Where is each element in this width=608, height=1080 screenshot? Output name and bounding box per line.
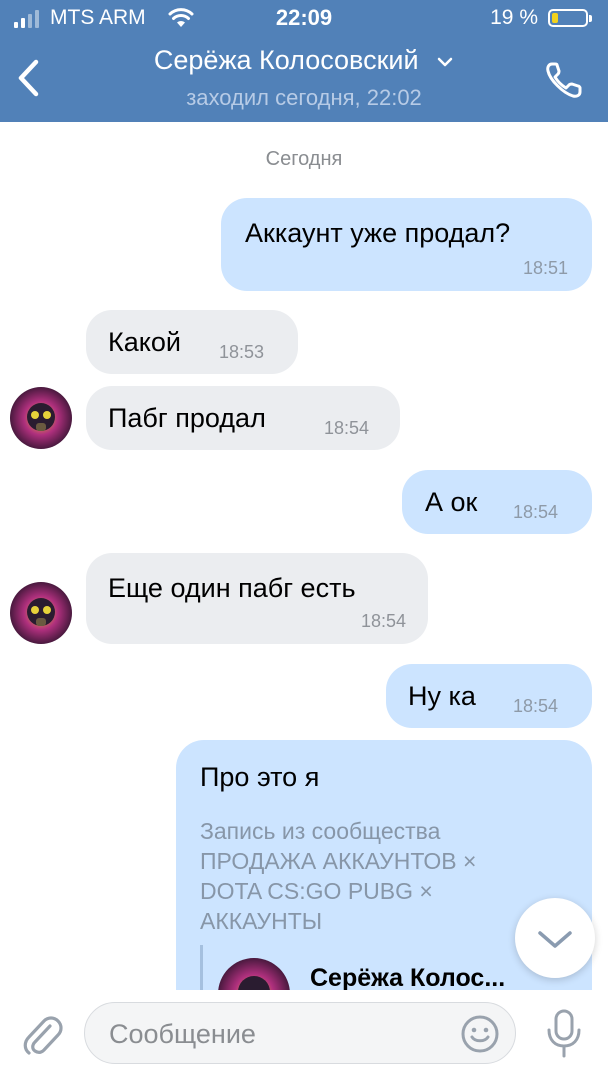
contact-avatar[interactable] bbox=[10, 387, 72, 449]
smile-icon[interactable] bbox=[459, 1013, 501, 1055]
top-bar: MTS ARM 22:09 19 % Серёжа Колосовский за… bbox=[0, 0, 608, 122]
message-time: 18:51 bbox=[522, 258, 568, 278]
message-time: 18:54 bbox=[324, 418, 370, 438]
message-input-bar bbox=[0, 990, 608, 1080]
avatar-image bbox=[10, 582, 72, 644]
contact-avatar[interactable] bbox=[10, 582, 72, 644]
message-input[interactable] bbox=[107, 1003, 451, 1065]
chat-title[interactable]: Серёжа Колосовский bbox=[0, 45, 608, 76]
repost-community-label[interactable]: Запись из сообщества ПРОДАЖА АККАУНТОВ ×… bbox=[200, 816, 540, 936]
message-incoming[interactable]: Какой 18:53 bbox=[86, 310, 298, 374]
message-text: Пабг продал bbox=[108, 403, 266, 433]
date-divider: Сегодня bbox=[265, 148, 343, 170]
contact-name: Серёжа Колосовский bbox=[153, 45, 419, 75]
message-text: Аккаунт уже продал? bbox=[245, 218, 511, 248]
message-outgoing[interactable]: А ок 18:54 bbox=[402, 470, 592, 534]
message-incoming[interactable]: Еще один пабг есть 18:54 bbox=[86, 553, 428, 644]
repost-author-name[interactable]: Серёжа Колос... bbox=[310, 964, 505, 993]
message-time: 18:54 bbox=[513, 696, 559, 716]
chevron-down-icon bbox=[538, 931, 572, 948]
message-time: 18:53 bbox=[219, 342, 265, 362]
message-field[interactable] bbox=[84, 1002, 516, 1065]
message-text: Ну ка bbox=[408, 681, 476, 711]
message-time: 18:54 bbox=[360, 611, 406, 631]
message-incoming[interactable]: Пабг продал 18:54 bbox=[86, 386, 400, 450]
message-text: Какой bbox=[108, 327, 181, 357]
status-bar: MTS ARM 22:09 19 % bbox=[0, 0, 608, 38]
paperclip-icon[interactable] bbox=[20, 1012, 64, 1058]
avatar-image bbox=[10, 387, 72, 449]
message-time: 18:54 bbox=[513, 502, 559, 522]
message-text: Про это я bbox=[200, 762, 320, 792]
scroll-down-button[interactable] bbox=[515, 898, 595, 978]
message-text: А ок bbox=[425, 487, 478, 517]
last-seen: заходил сегодня, 22:02 bbox=[186, 85, 422, 110]
message-outgoing[interactable]: Ну ка 18:54 bbox=[386, 664, 592, 728]
microphone-icon[interactable] bbox=[544, 1008, 584, 1060]
phone-icon[interactable] bbox=[542, 58, 586, 102]
chevron-down-icon bbox=[437, 57, 453, 67]
message-text: Еще один пабг есть bbox=[108, 573, 356, 603]
battery-percent: 19 % bbox=[490, 6, 538, 29]
message-outgoing[interactable]: Аккаунт уже продал? 18:51 bbox=[221, 198, 592, 291]
battery-icon bbox=[548, 9, 592, 27]
